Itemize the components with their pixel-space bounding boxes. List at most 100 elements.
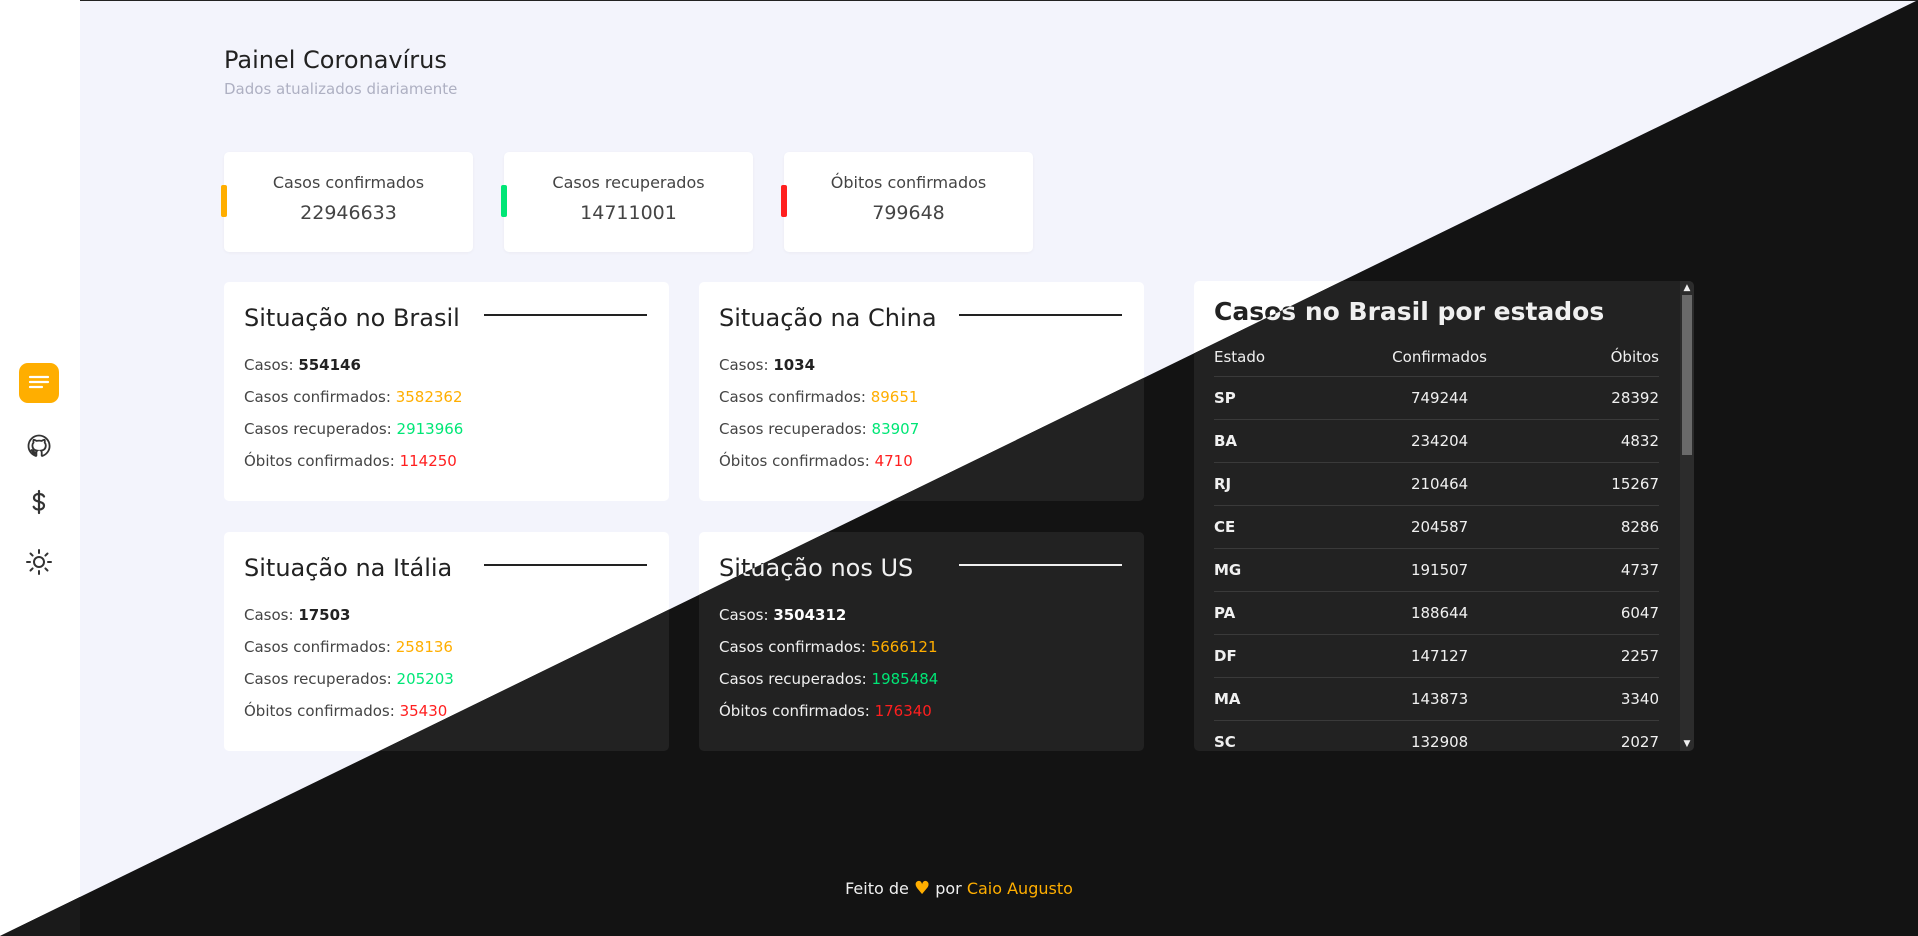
sidebar-item-github[interactable] (19, 426, 59, 466)
scrollbar-thumb[interactable] (1682, 295, 1692, 455)
table-row: CE 204587 8286 (1214, 506, 1659, 549)
sidebar-item-menu[interactable] (19, 363, 59, 403)
state-cell: CE (1214, 518, 1236, 536)
deaths-row: Óbitos confirmados: 4710 (719, 452, 913, 470)
deaths-value: 4710 (874, 452, 913, 470)
state-cell: DF (1214, 647, 1237, 665)
confirmed-cell: 191507 (1410, 561, 1469, 579)
recovered-value: 205203 (396, 670, 454, 688)
table-row: SP 749244 28392 (1214, 377, 1659, 420)
title-divider (484, 564, 647, 566)
table-header-row: Estado Confirmados Óbitos (1214, 348, 1659, 377)
state-cell: MG (1214, 561, 1242, 579)
table-row: RJ 210464 15267 (1214, 463, 1659, 506)
cases-row: Casos: 3504312 (719, 606, 847, 624)
table-scrollbar[interactable]: ▲ ▼ (1680, 281, 1694, 751)
recovered-value: 83907 (871, 420, 920, 438)
recovered-row: Casos recuperados: 2913966 (244, 420, 464, 438)
deaths-row: Óbitos confirmados: 114250 (244, 452, 457, 470)
title-divider (959, 314, 1122, 316)
stat-value: 799648 (872, 202, 945, 224)
github-icon (27, 434, 51, 457)
table-row: MA 143873 3340 (1214, 678, 1659, 721)
column-header-obitos: Óbitos (1610, 348, 1659, 366)
heart-icon: ♥ (913, 878, 931, 899)
confirmed-cell: 132908 (1410, 733, 1469, 751)
confirmed-row: Casos confirmados: 89651 (719, 388, 919, 406)
deaths-cell: 6047 (1620, 604, 1659, 622)
states-table-card[interactable]: Casos no Brasil por estados Estado Confi… (1194, 281, 1694, 751)
confirmed-cell: 147127 (1410, 647, 1469, 665)
cases-value: 1034 (773, 356, 816, 374)
sidebar-item-theme-toggle[interactable] (19, 542, 59, 582)
table-row: PA 188644 6047 (1214, 592, 1659, 635)
page-subtitle: Dados atualizados diariamente (224, 80, 458, 98)
scroll-down-arrow-icon[interactable]: ▼ (1680, 737, 1694, 751)
confirmed-row: Casos confirmados: 3582362 (244, 388, 463, 406)
author-link[interactable]: Caio Augusto (967, 879, 1073, 898)
confirmed-cell: 749244 (1410, 389, 1469, 407)
cases-value: 17503 (298, 606, 351, 624)
state-cell: RJ (1214, 475, 1232, 493)
state-cell: MA (1214, 690, 1241, 708)
sidebar-item-donate[interactable] (19, 482, 59, 522)
country-card-us: Situação nos US Casos: 3504312 Casos con… (699, 532, 1144, 751)
deaths-cell: 4737 (1620, 561, 1659, 579)
state-cell: SP (1214, 389, 1236, 407)
title-divider (959, 564, 1122, 566)
page-title: Painel Coronavírus (224, 46, 447, 74)
sidebar (0, 0, 80, 936)
table-row: MG 191507 4737 (1214, 549, 1659, 592)
deaths-cell: 3340 (1620, 690, 1659, 708)
footer: Feito de ♥ por Caio Augusto (0, 878, 1918, 899)
confirmed-row: Casos confirmados: 258136 (244, 638, 453, 656)
stat-card-deaths: Óbitos confirmados 799648 (781, 152, 1033, 252)
recovered-row: Casos recuperados: 1985484 (719, 670, 939, 688)
deaths-value: 114250 (399, 452, 457, 470)
deaths-row: Óbitos confirmados: 176340 (719, 702, 932, 720)
stat-value: 22946633 (300, 202, 397, 224)
stat-label: Óbitos confirmados (830, 173, 987, 192)
deaths-cell: 4832 (1620, 432, 1659, 450)
deaths-cell: 2257 (1620, 647, 1659, 665)
country-card-title: Situação na Itália (244, 554, 453, 582)
confirmed-cell: 188644 (1410, 604, 1469, 622)
confirmed-cell: 143873 (1410, 690, 1469, 708)
cases-value: 3504312 (773, 606, 847, 624)
sun-icon (26, 549, 52, 575)
recovered-value: 1985484 (871, 670, 939, 688)
stat-value: 14711001 (580, 202, 677, 224)
cases-value: 554146 (298, 356, 361, 374)
deaths-cell: 8286 (1620, 518, 1659, 536)
table-row: DF 147127 2257 (1214, 635, 1659, 678)
confirmed-cell: 210464 (1410, 475, 1469, 493)
stat-card-confirmed: Casos confirmados 22946633 (221, 152, 473, 252)
confirmed-value: 89651 (870, 388, 919, 406)
top-border (0, 0, 1918, 1)
confirmed-row: Casos confirmados: 5666121 (719, 638, 938, 656)
deaths-cell: 28392 (1611, 389, 1659, 407)
state-cell: BA (1214, 432, 1238, 450)
scroll-up-arrow-icon[interactable]: ▲ (1680, 281, 1694, 295)
footer-made-by: Feito de (845, 879, 909, 898)
state-cell: SC (1214, 733, 1236, 751)
country-card-title: Situação na China (719, 304, 937, 332)
cases-row: Casos: 554146 (244, 356, 361, 374)
confirmed-cell: 204587 (1410, 518, 1469, 536)
deaths-cell: 2027 (1620, 733, 1659, 751)
confirmed-value: 5666121 (870, 638, 938, 656)
stat-card-recovered: Casos recuperados 14711001 (501, 152, 753, 252)
column-header-confirmados: Confirmados (1392, 348, 1487, 366)
country-card-title: Situação no Brasil (244, 304, 460, 332)
table-row: BA 234204 4832 (1214, 420, 1659, 463)
column-header-estado: Estado (1214, 348, 1266, 366)
confirmed-value: 258136 (395, 638, 453, 656)
cases-row: Casos: 17503 (244, 606, 351, 624)
table-row: SC 132908 2027 (1214, 721, 1659, 751)
states-table: Estado Confirmados Óbitos SP74924428392 … (1214, 348, 1659, 751)
confirmed-value: 3582362 (395, 388, 463, 406)
footer-by: por (935, 879, 962, 898)
country-card-brasil: Situação no Brasil Casos: 554146 Casos c… (224, 282, 669, 501)
deaths-value: 35430 (399, 702, 448, 720)
recovered-value: 2913966 (396, 420, 464, 438)
